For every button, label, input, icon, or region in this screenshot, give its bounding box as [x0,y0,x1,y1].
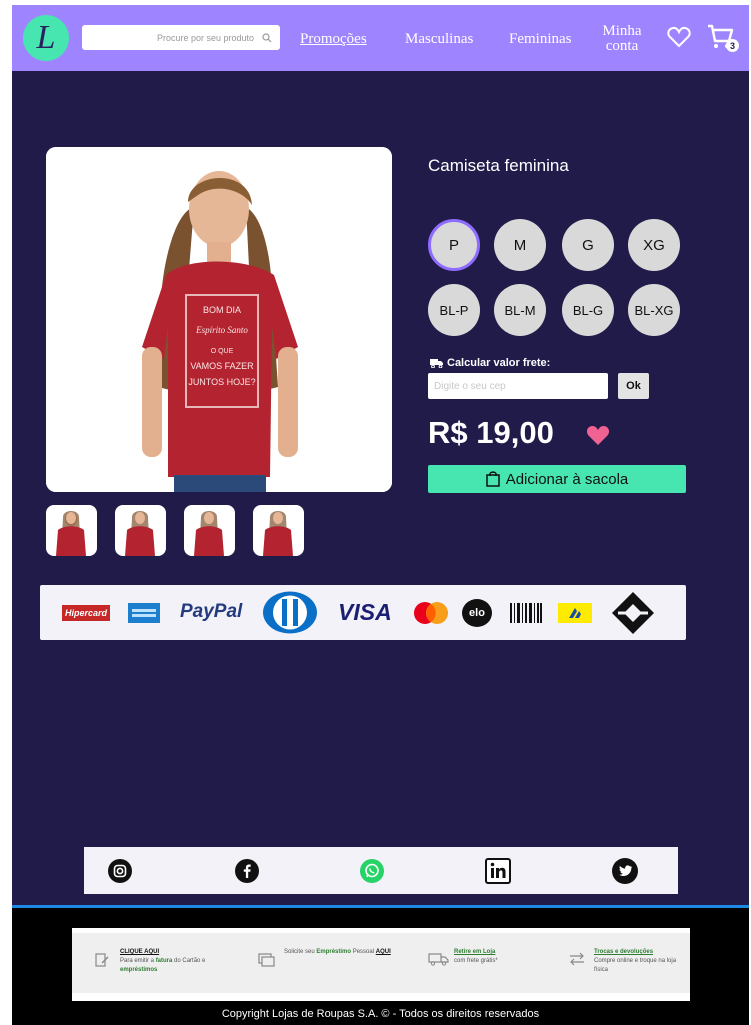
elo-logo: elo [462,599,492,627]
product-title: Camiseta feminina [428,156,569,175]
banco-do-brasil-logo [558,603,592,623]
product-price: R$ 19,00 [428,415,554,450]
size-option-m[interactable]: M [494,219,546,271]
add-to-bag-label: Adicionar à sacola [505,470,629,488]
whatsapp-icon[interactable] [360,859,384,883]
truck-icon [430,359,443,368]
footer-returns-text: Compre online e troque na loja física [594,958,677,973]
search-box[interactable] [82,25,280,50]
cart-count-badge: 3 [726,39,739,52]
shipping-label: Calcular valor frete: [430,357,550,369]
footer: CLIQUE AQUI Para emitir a fatura do Cart… [12,905,749,1025]
social-media-bar [84,847,678,894]
linkedin-icon[interactable] [485,858,511,884]
footer-item-loan-text: Solicite seu Empréstimo Pessoal AQUI [284,948,394,957]
paypal-logo: PayPal [180,601,242,623]
footer-invoice-link[interactable]: CLIQUE AQUI [120,949,159,955]
size-option-bl-m[interactable]: BL-M [494,284,546,336]
footer-services-strip: CLIQUE AQUI Para emitir a fatura do Cart… [72,928,690,1001]
footer-loan-text-a: Solicite seu [284,949,317,955]
footer-loan-highlight: Empréstimo [316,949,352,955]
copyright-text: Copyright Lojas de Roupas S.A. © - Todos… [221,1008,540,1020]
footer-item-invoice-text: CLIQUE AQUI Para emitir a fatura do Cart… [120,948,230,975]
footer-loan-text-b: Pessoal [351,949,376,955]
exchange-arrows-icon [570,952,584,966]
boleto-barcode-logo [510,603,542,623]
footer-returns-link[interactable]: Trocas e devoluções [594,949,653,955]
size-option-bl-p[interactable]: BL-P [428,284,480,336]
nav-minha-conta[interactable]: Minha conta [597,24,647,54]
nav-femininas[interactable]: Femininas [509,31,572,48]
footer-invoice-text-a: Para emitir a [120,958,156,964]
product-thumbnail-4[interactable] [253,505,304,556]
size-option-g[interactable]: G [562,219,614,271]
diners-logo [262,591,318,634]
paypal-logo-text: PayPal [180,601,243,622]
size-option-bl-g[interactable]: BL-G [562,284,614,336]
document-edit-icon [95,953,109,967]
shirt-text-3: O QUE [211,348,234,355]
nav-masculinas[interactable]: Masculinas [405,31,473,48]
page: L Promoções Masculinas Femininas Minha c… [12,5,749,1025]
cep-input[interactable] [428,373,608,399]
search-input[interactable] [102,31,256,44]
cards-icon [258,953,275,967]
instagram-icon[interactable] [108,859,132,883]
search-icon[interactable] [262,32,272,43]
footer-loan-link[interactable]: AQUI [376,949,391,955]
product-thumbnail-1[interactable] [46,505,97,556]
footer-item-returns-text: Trocas e devoluções Compre online e troq… [594,948,684,975]
product-thumbnail-2[interactable] [115,505,166,556]
elo-logo-text: elo [469,607,485,619]
shirt-text-2: Espírito Santo [195,325,248,335]
calculate-shipping-button[interactable]: Ok [618,373,649,399]
size-option-bl-xg[interactable]: BL-XG [628,284,680,336]
footer-pickup-text: com frete grátis* [454,958,498,964]
nav-promocoes[interactable]: Promoções [300,31,367,48]
cart-button[interactable]: 3 [706,22,740,56]
twitter-icon[interactable] [612,858,638,884]
size-option-p[interactable]: P [428,219,480,271]
footer-invoice-text-b: do Cartão e [172,958,206,964]
size-option-xg[interactable]: XG [628,219,680,271]
product-thumbnail-3[interactable] [184,505,235,556]
visa-logo: VISA [338,599,392,626]
hipercard-logo: Hipercard [62,605,110,621]
logo[interactable]: L [23,15,69,61]
shirt-text-4: VAMOS FAZER [190,361,254,371]
visa-logo-text: VISA [338,599,392,625]
delivery-truck-icon [428,953,449,966]
shirt-text-5: JUNTOS HOJE? [188,377,255,387]
add-to-bag-button[interactable]: Adicionar à sacola [428,465,686,493]
shirt-text-1: BOM DIA [203,305,241,315]
header-bar: L Promoções Masculinas Femininas Minha c… [12,5,749,71]
facebook-icon[interactable] [235,859,259,883]
footer-invoice-highlight-1: fatura [155,958,173,964]
product-image: BOM DIA Espírito Santo O QUE VAMOS FAZER… [46,147,392,492]
heart-icon[interactable] [667,26,691,48]
product-photo: BOM DIA Espírito Santo O QUE VAMOS FAZER… [46,147,392,492]
amex-logo [128,603,160,623]
mastercard-logo [412,601,450,625]
footer-item-pickup-text: Retire em Loja com frete grátis* [454,948,564,966]
logo-letter: L [36,19,56,56]
payment-methods-bar: Hipercard PayPal VISA elo [40,585,686,640]
shipping-label-text: Calcular valor frete: [447,357,551,369]
footer-pickup-link[interactable]: Retire em Loja [454,949,495,955]
shopping-bag-icon [485,471,500,487]
favorite-heart-icon[interactable] [586,424,610,446]
footer-services-inner: CLIQUE AQUI Para emitir a fatura do Cart… [72,933,690,993]
footer-invoice-highlight-2: empréstimos [120,967,158,973]
pix-logo [610,590,656,636]
